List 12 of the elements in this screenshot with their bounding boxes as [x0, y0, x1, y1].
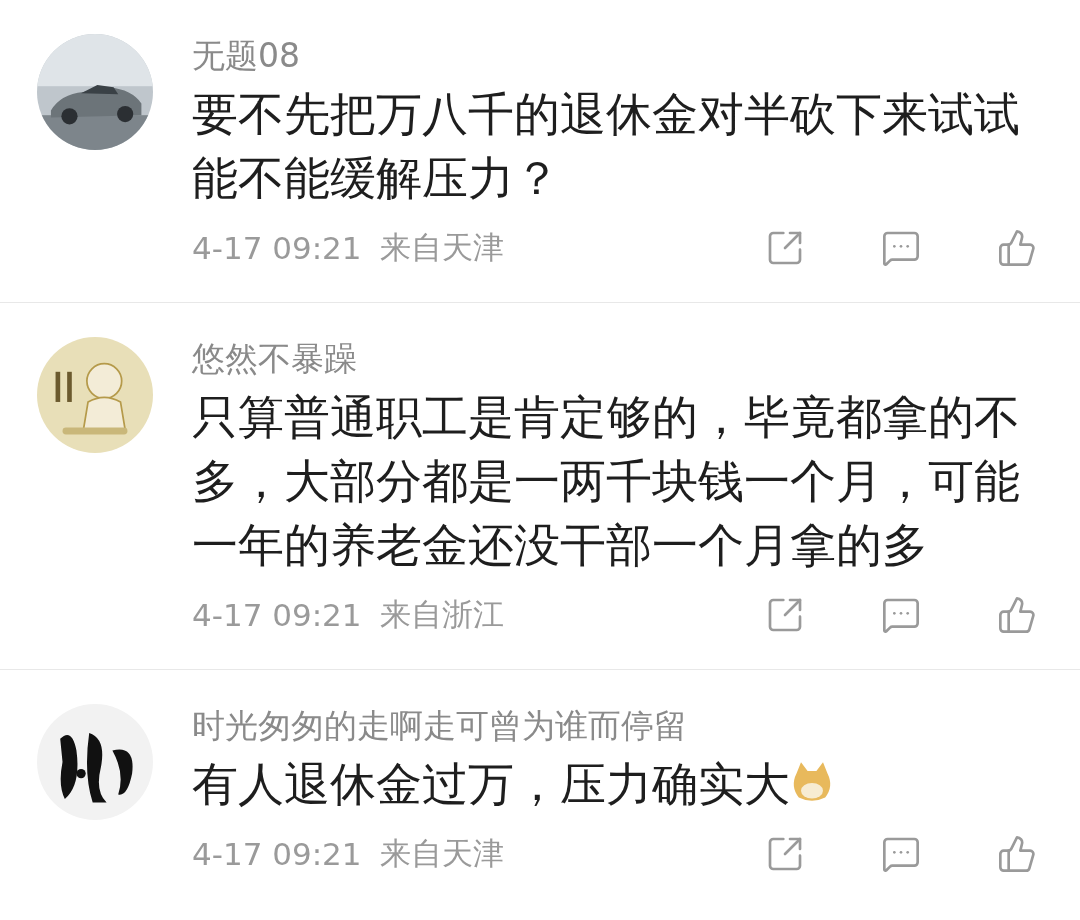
- location: 来自天津: [379, 228, 504, 267]
- username[interactable]: 无题08: [192, 34, 1040, 78]
- timestamp: 4-17 09:21: [192, 836, 362, 872]
- location: 来自天津: [379, 834, 504, 873]
- comment-text: 只算普通职工是肯定够的，毕竟都拿的不多，大部分都是一两千块钱一个月，可能一年的养老金还没干部一个月拿的多: [192, 389, 1021, 574]
- comment-text: 有人退休金过万，压力确实大: [192, 752, 1040, 816]
- username[interactable]: 悠然不暴躁: [192, 337, 1040, 381]
- username[interactable]: 时光匆匆的走啊走可曾为谁而停留: [192, 704, 1040, 748]
- location: 来自浙江: [379, 595, 504, 634]
- comment-text: 要不先把万八千的退休金对半砍下来试试能不能缓解压力？: [192, 86, 1021, 207]
- timestamp: 4-17 09:21: [192, 230, 362, 266]
- timestamp: 4-17 09:21: [192, 597, 362, 633]
